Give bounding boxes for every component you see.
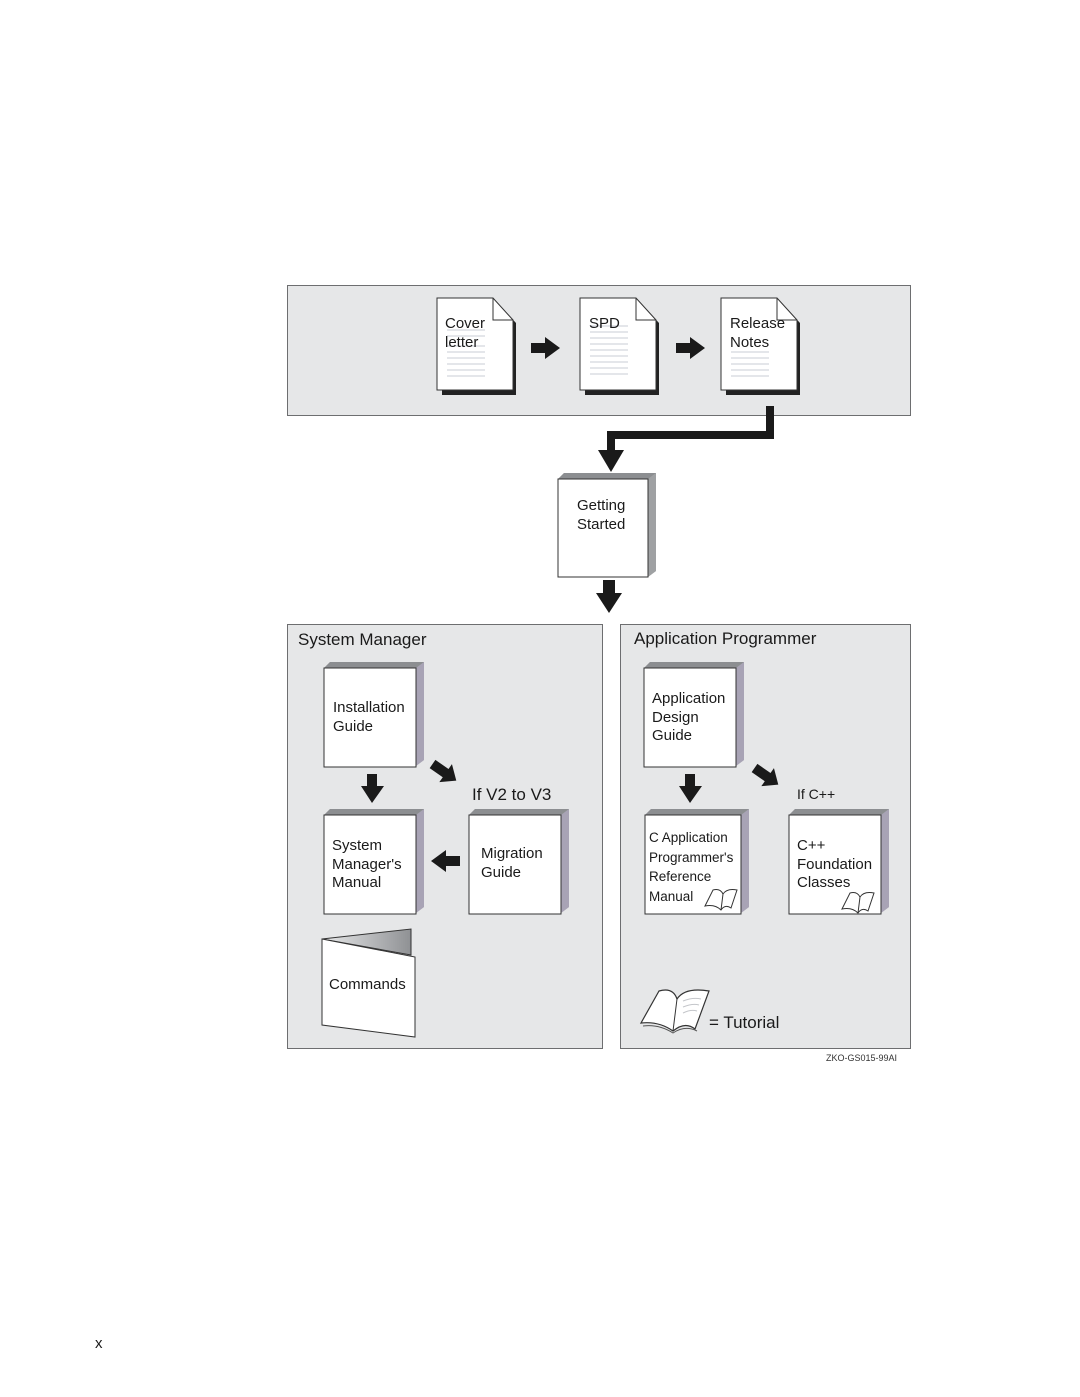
release-notes-label: Release Notes bbox=[730, 315, 786, 351]
open-book-icon bbox=[704, 889, 738, 911]
spd-label: SPD bbox=[589, 315, 620, 332]
arrow-diagonal-icon bbox=[751, 763, 779, 787]
document-icon bbox=[579, 297, 659, 395]
connector-arrow bbox=[598, 406, 774, 472]
cover-letter-label: Cover letter bbox=[445, 315, 486, 351]
arrow-down-icon bbox=[596, 580, 622, 613]
tutorial-legend-label: = Tutorial bbox=[709, 1013, 780, 1032]
arrow-diagonal-icon bbox=[429, 759, 457, 783]
commands-label: Commands bbox=[329, 976, 406, 993]
if-v2-to-v3-label: If V2 to V3 bbox=[472, 785, 552, 804]
system-managers-manual-label: System Manager's Manual bbox=[332, 837, 402, 891]
system-manager-title: System Manager bbox=[298, 630, 427, 649]
open-book-icon bbox=[841, 892, 875, 914]
application-design-guide-label: Application Design Guide bbox=[652, 690, 726, 744]
arrow-left-icon bbox=[431, 850, 460, 872]
cpp-foundation-classes-label: C++ Foundation Classes bbox=[797, 837, 873, 891]
figure-id: ZKO-GS015-99AI bbox=[826, 1053, 898, 1063]
installation-guide-label: Installation Guide bbox=[333, 699, 405, 735]
getting-started-label: Getting Started bbox=[577, 497, 626, 533]
arrow-right-icon bbox=[676, 337, 705, 359]
arrow-down-icon bbox=[361, 774, 384, 803]
open-book-icon bbox=[639, 989, 710, 1034]
if-cpp-label: If C++ bbox=[797, 786, 836, 802]
page-number: x bbox=[95, 1335, 103, 1352]
arrow-down-icon bbox=[679, 774, 702, 803]
arrow-right-icon bbox=[531, 337, 560, 359]
application-programmer-title: Application Programmer bbox=[634, 629, 817, 648]
migration-guide-label: Migration Guide bbox=[481, 845, 543, 881]
